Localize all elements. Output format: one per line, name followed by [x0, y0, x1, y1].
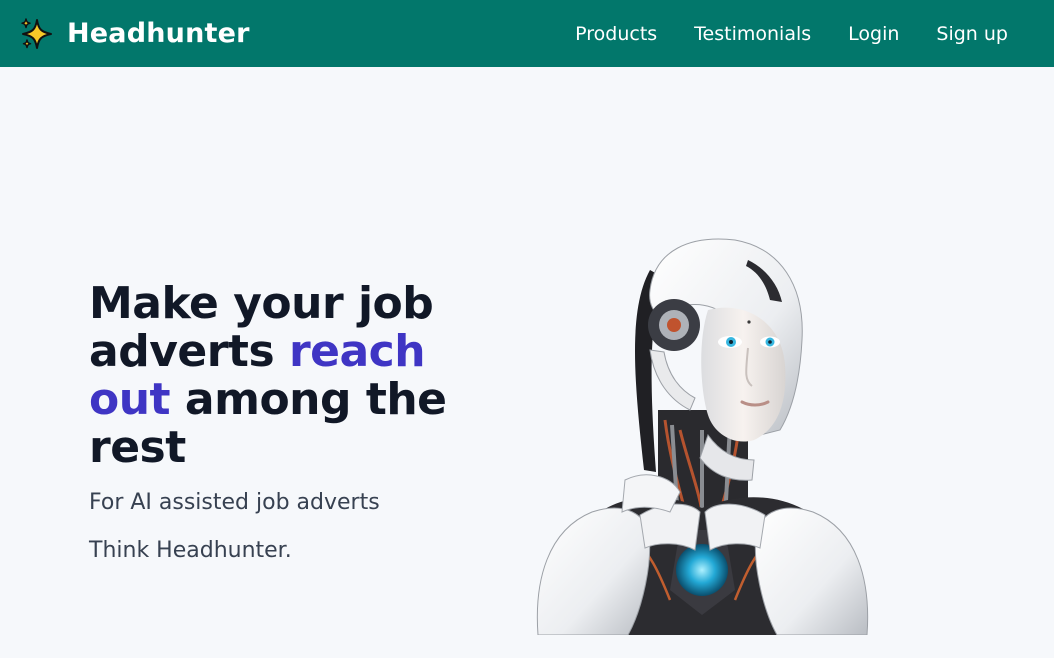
nav-testimonials-link[interactable]: Testimonials — [694, 23, 811, 45]
nav-login-link[interactable]: Login — [848, 23, 899, 45]
nav-signup-link[interactable]: Sign up — [936, 23, 1008, 45]
hero-section: Make your job adverts reach out among th… — [89, 280, 469, 564]
brand-name: Headhunter — [67, 18, 250, 49]
hero-subtitle: For AI assisted job adverts — [89, 490, 380, 515]
brand-link[interactable]: Headhunter — [20, 0, 250, 67]
humanoid-robot-illustration — [536, 238, 869, 635]
hero-headline: Make your job adverts reach out among th… — [89, 280, 469, 472]
nav-products-link[interactable]: Products — [575, 23, 657, 45]
nav-links: Products Testimonials Login Sign up — [538, 0, 1008, 67]
top-navbar: Headhunter Products Testimonials Login S… — [0, 0, 1054, 67]
hero-tagline: Think Headhunter. — [89, 538, 292, 563]
sparkles-icon — [21, 17, 52, 49]
